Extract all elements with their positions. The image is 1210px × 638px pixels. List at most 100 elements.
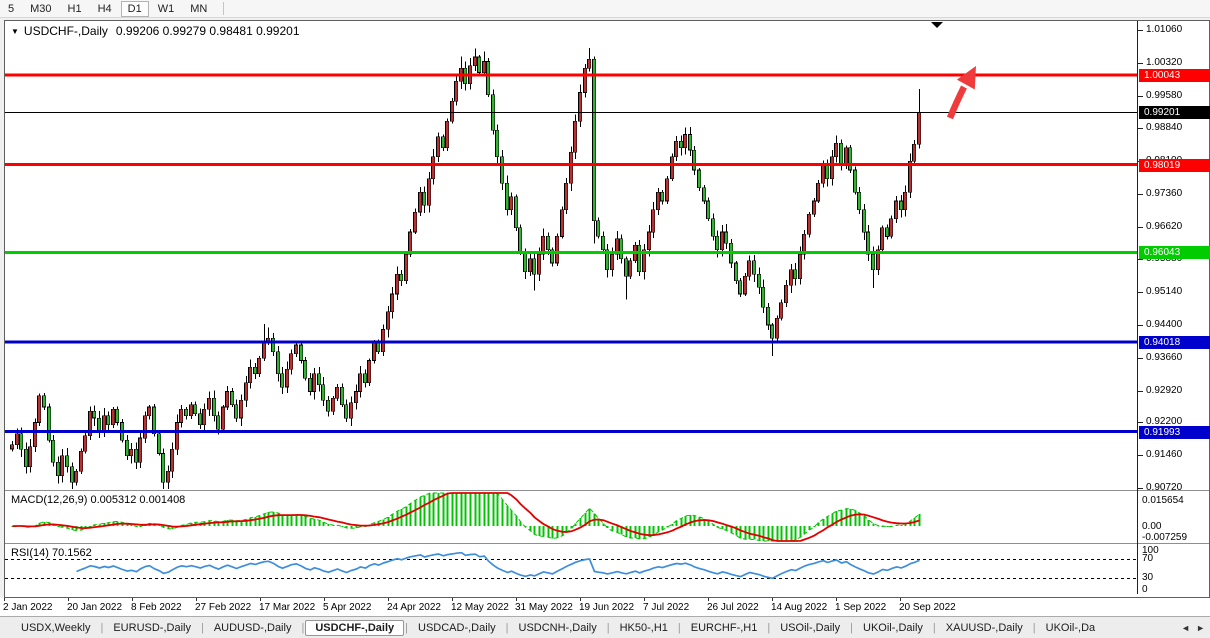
tab-scroll-right-icon[interactable]: ► — [1196, 623, 1205, 633]
timeframe-button-5[interactable]: 5 — [1, 1, 21, 17]
chart-dropdown-icon[interactable]: ▼ — [11, 27, 19, 36]
macd-histogram-bar — [689, 515, 691, 526]
candle-body — [112, 409, 115, 425]
candle-body — [38, 396, 41, 423]
chart-tab-xauusd-daily[interactable]: XAUUSD-,Daily — [937, 620, 1032, 636]
chart-tab-ukoil-daily[interactable]: UKOil-,Daily — [854, 620, 932, 636]
candle-body — [767, 307, 770, 325]
chart-tab-usdcad-daily[interactable]: USDCAD-,Daily — [409, 620, 505, 636]
timeframe-button-h4[interactable]: H4 — [91, 1, 119, 17]
chart-shift-marker-icon[interactable] — [931, 22, 943, 28]
chart-tab-usdchf-daily[interactable]: USDCHF-,Daily — [305, 620, 404, 636]
macd-histogram-bar — [854, 511, 856, 527]
candle-body — [272, 338, 275, 351]
candle-body — [332, 398, 335, 411]
candle-body — [396, 274, 399, 294]
candle-body — [162, 454, 165, 483]
candle-body — [240, 400, 243, 418]
chart-tab-audusd-daily[interactable]: AUDUSD-,Daily — [205, 620, 301, 636]
candle-body — [519, 228, 522, 252]
rsi-indicator-canvas[interactable] — [5, 545, 1137, 593]
candle-body — [918, 112, 921, 144]
price-axis-tick — [1138, 227, 1143, 228]
timeframe-button-h1[interactable]: H1 — [61, 1, 89, 17]
chart-tab-usdcnh-daily[interactable]: USDCNH-,Daily — [510, 620, 606, 636]
candle-body — [277, 352, 280, 374]
candle-body — [213, 398, 216, 416]
price-axis-tick — [1138, 96, 1143, 97]
candle-body — [93, 411, 96, 418]
candle-body — [565, 183, 568, 210]
macd-histogram-bar — [826, 517, 828, 527]
candle-body — [135, 449, 138, 462]
candle-body — [34, 423, 37, 447]
macd-histogram-bar — [267, 512, 269, 526]
macd-histogram-bar — [794, 526, 796, 540]
candle-body — [574, 121, 577, 152]
macd-histogram-bar — [515, 516, 517, 526]
macd-histogram-bar — [680, 518, 682, 526]
candle-body — [831, 157, 834, 179]
candle-body — [849, 148, 852, 170]
chart-tab-usdx-weekly[interactable]: USDX,Weekly — [12, 620, 99, 636]
candle-body — [80, 451, 83, 471]
candle-body — [813, 201, 816, 214]
candle-body — [771, 325, 774, 338]
chart-tab-eurchf-h1[interactable]: EURCHF-,H1 — [682, 620, 767, 636]
price-axis-line — [1137, 21, 1138, 594]
resistance-line-lower-price-badge: 0.98019 — [1139, 159, 1210, 172]
chart-tab-hk50-h1[interactable]: HK50-,H1 — [611, 620, 677, 636]
ohlc-close: 0.99201 — [256, 24, 299, 38]
candle-body — [716, 236, 719, 249]
price-axis-tick-label: 0.97360 — [1146, 188, 1182, 199]
candle-body — [872, 254, 875, 270]
macd-histogram-bar — [286, 515, 288, 526]
tab-scroll-left-icon[interactable]: ◄ — [1181, 623, 1190, 633]
macd-axis-max-label: 0.015654 — [1142, 495, 1184, 506]
chart-tab-usoil-daily[interactable]: USOil-,Daily — [771, 620, 849, 636]
ohlc-open: 0.99206 — [116, 24, 159, 38]
chart-tab-ukoil-da[interactable]: UKOil-,Da — [1037, 620, 1105, 636]
date-axis-tick — [68, 598, 69, 601]
candle-body — [11, 445, 14, 449]
candle-body — [703, 188, 706, 201]
candle-body — [721, 232, 724, 250]
candle-body — [171, 449, 174, 471]
date-axis[interactable]: 2 Jan 202220 Jan 20228 Feb 202227 Feb 20… — [0, 598, 1210, 617]
candle-body — [327, 400, 330, 411]
timeframe-button-mn[interactable]: MN — [183, 1, 214, 17]
candle-body — [780, 303, 783, 319]
timeframe-button-m30[interactable]: M30 — [23, 1, 58, 17]
candle-body — [698, 170, 701, 188]
candle-body — [419, 192, 422, 212]
candle-body — [487, 62, 490, 95]
price-axis-tick — [1138, 292, 1143, 293]
date-axis-label: 24 Apr 2022 — [387, 602, 441, 613]
candle-body — [217, 416, 220, 429]
timeframe-button-w1[interactable]: W1 — [151, 1, 182, 17]
candle-body — [432, 157, 435, 179]
macd-histogram-bar — [474, 493, 476, 526]
candle-body — [190, 405, 193, 416]
candle-body — [762, 287, 765, 307]
macd-histogram-bar — [671, 524, 673, 526]
date-axis-tick — [772, 598, 773, 601]
chart-window[interactable]: ▼USDCHF-,Daily0.99206 0.99279 0.98481 0.… — [4, 20, 1210, 598]
chart-tab-eurusd-daily[interactable]: EURUSD-,Daily — [104, 620, 200, 636]
candle-body — [597, 221, 600, 237]
pivot-line-green-price-badge: 0.96043 — [1139, 246, 1210, 259]
candle-body — [478, 57, 481, 73]
timeframe-button-d1[interactable]: D1 — [121, 1, 149, 17]
macd-histogram-bar — [442, 493, 444, 526]
candle-body — [776, 318, 779, 338]
trend-arrow-annotation[interactable] — [950, 87, 964, 118]
date-axis-label: 27 Feb 2022 — [195, 602, 251, 613]
candle-body — [203, 409, 206, 425]
candle-body — [373, 343, 376, 361]
trend-arrow-head-icon[interactable] — [957, 66, 976, 90]
candle-body — [103, 416, 106, 432]
price-chart-canvas[interactable] — [5, 21, 1137, 489]
candle-body — [322, 385, 325, 401]
date-axis-label: 1 Sep 2022 — [835, 602, 886, 613]
macd-histogram-bar — [780, 526, 782, 541]
